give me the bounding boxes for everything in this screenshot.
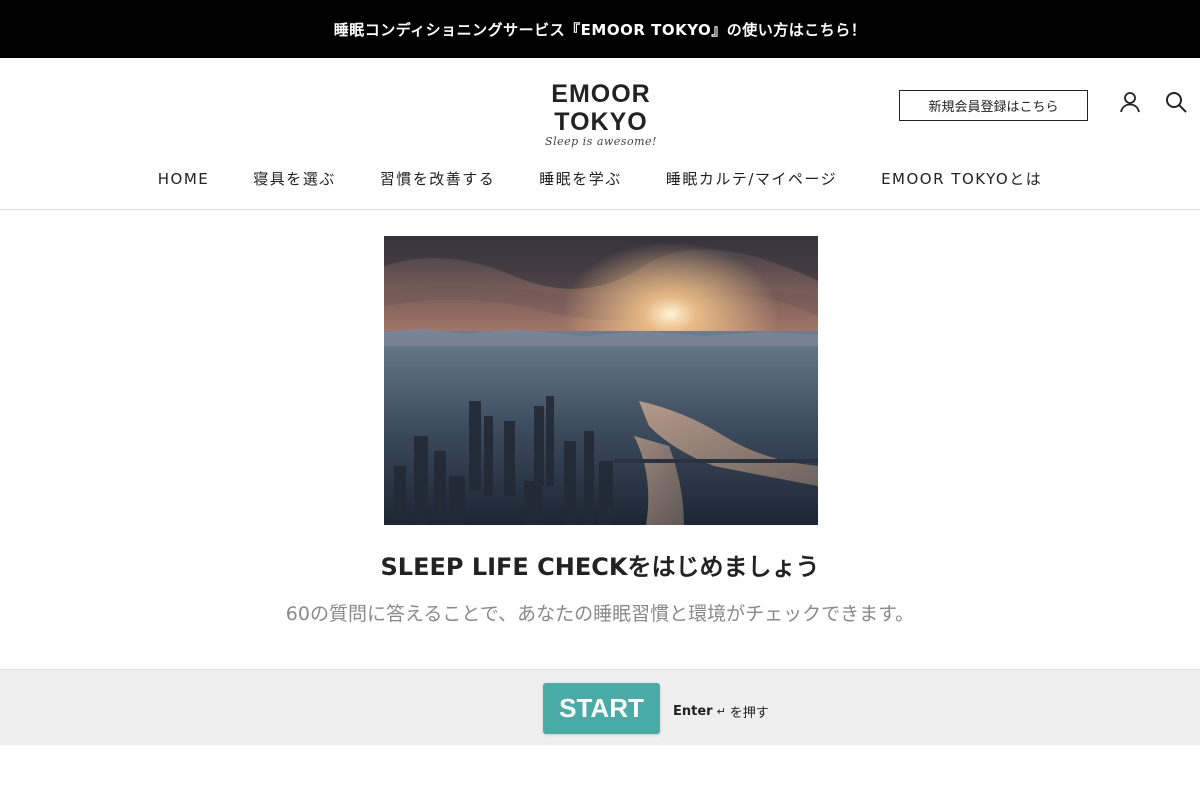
enter-hint: Enter ↵ を押す — [673, 702, 769, 721]
nav-item-learn[interactable]: 睡眠を学ぶ — [517, 166, 644, 192]
page-title: SLEEP LIFE CHECKをはじめましょう — [380, 553, 820, 581]
user-icon — [1118, 90, 1142, 118]
account-button[interactable] — [1117, 91, 1143, 117]
start-bar: START Enter ↵ を押す — [0, 669, 1200, 745]
logo-main-text: EMOOR TOKYO — [551, 80, 651, 136]
hero-image-city-sunrise — [384, 236, 818, 525]
nav-item-habits[interactable]: 習慣を改善する — [358, 166, 518, 192]
page-subtitle: 60の質問に答えることで、あなたの睡眠習慣と環境がチェックできます。 — [285, 603, 915, 625]
main-nav: HOME 寝具を選ぶ 習慣を改善する 睡眠を学ぶ 睡眠カルテ/マイページ EMO… — [0, 166, 1200, 192]
site-logo[interactable]: EMOOR TOKYO Sleep is awesome! — [501, 80, 701, 148]
announcement-bar[interactable]: 睡眠コンディショニングサービス『EMOOR TOKYO』の使い方はこちら！ — [0, 0, 1200, 58]
enter-key-label: Enter — [673, 704, 713, 719]
nav-item-mypage[interactable]: 睡眠カルテ/マイページ — [644, 166, 859, 192]
register-button[interactable]: 新規会員登録はこちら — [899, 90, 1088, 121]
search-icon — [1164, 90, 1188, 118]
enter-hint-suffix: を押す — [729, 706, 769, 721]
announcement-text[interactable]: 睡眠コンディショニングサービス『EMOOR TOKYO』の使い方はこちら！ — [334, 19, 867, 40]
nav-item-about[interactable]: EMOOR TOKYOとは — [859, 166, 1064, 192]
return-key-icon: ↵ — [716, 705, 726, 718]
logo-tagline: Sleep is awesome! — [545, 135, 657, 148]
register-button-label: 新規会員登録はこちら — [928, 100, 1059, 115]
start-button[interactable]: START — [543, 683, 660, 734]
nav-item-home[interactable]: HOME — [136, 166, 232, 192]
search-button[interactable] — [1163, 91, 1189, 117]
nav-item-bedding[interactable]: 寝具を選ぶ — [231, 166, 358, 192]
site-header: EMOOR TOKYO Sleep is awesome! 新規会員登録はこちら… — [0, 58, 1200, 210]
